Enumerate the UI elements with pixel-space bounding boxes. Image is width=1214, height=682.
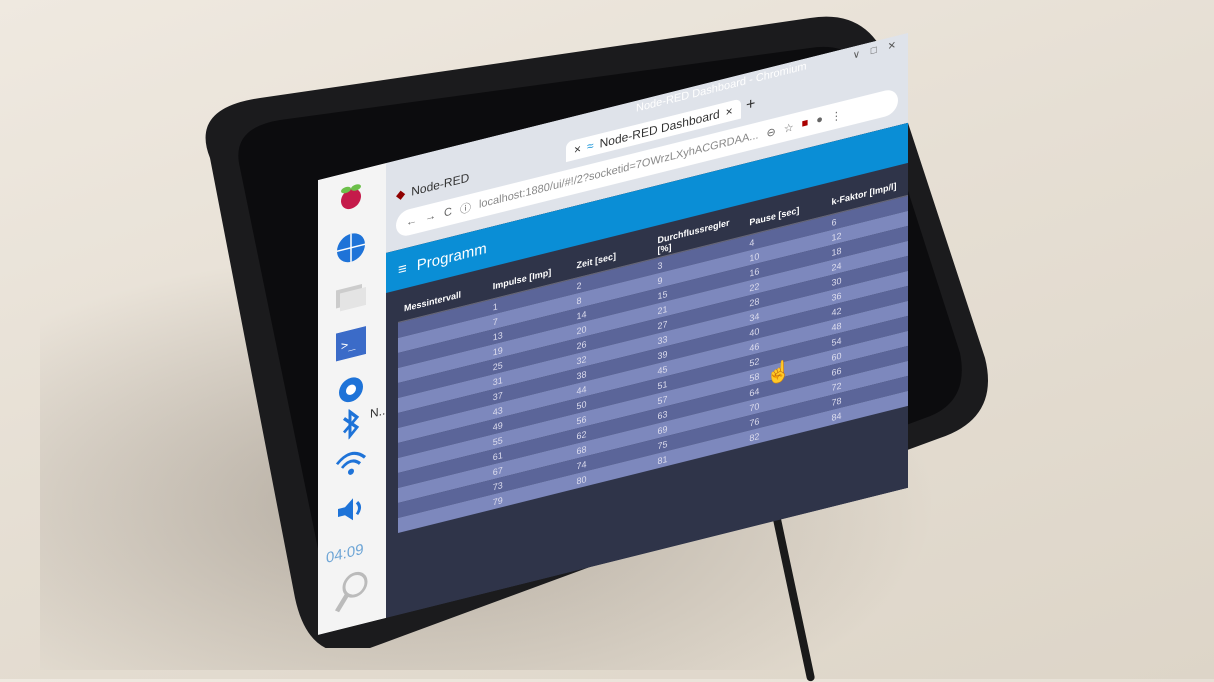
new-tab-button[interactable]: + [746,95,755,115]
raspberry-panel: >_ N... 04:09 [318,163,389,635]
bookmark-star-icon[interactable]: ☆ [784,120,794,135]
close-tab-icon[interactable]: × [574,141,581,157]
back-icon[interactable]: ← [406,214,417,229]
terminal-icon[interactable]: >_ [328,318,374,369]
file-manager-icon[interactable] [328,270,374,321]
extension-icon[interactable]: ■ [802,117,809,131]
close-tab-icon[interactable]: × [726,104,733,120]
raspberry-menu-icon[interactable] [328,172,374,223]
menu-icon[interactable]: ⋮ [831,108,842,124]
reload-icon[interactable]: C [444,206,452,220]
account-icon[interactable]: ● [816,113,823,127]
node-red-icon: ◆ [396,186,406,203]
zoom-icon[interactable]: ⊖ [766,124,775,139]
search-icon[interactable] [328,566,374,617]
info-icon: ⓘ [459,201,471,217]
page-title: Programm [416,239,487,274]
hamburger-icon[interactable]: ≡ [398,259,407,278]
tab-label: Node-RED [411,170,470,199]
browser-icon[interactable] [328,222,374,273]
forward-icon[interactable]: → [425,210,436,225]
volume-icon[interactable] [328,484,374,535]
dashboard-tab-icon: ≈ [587,138,594,154]
taskbar-clock: 04:09 [326,540,364,568]
